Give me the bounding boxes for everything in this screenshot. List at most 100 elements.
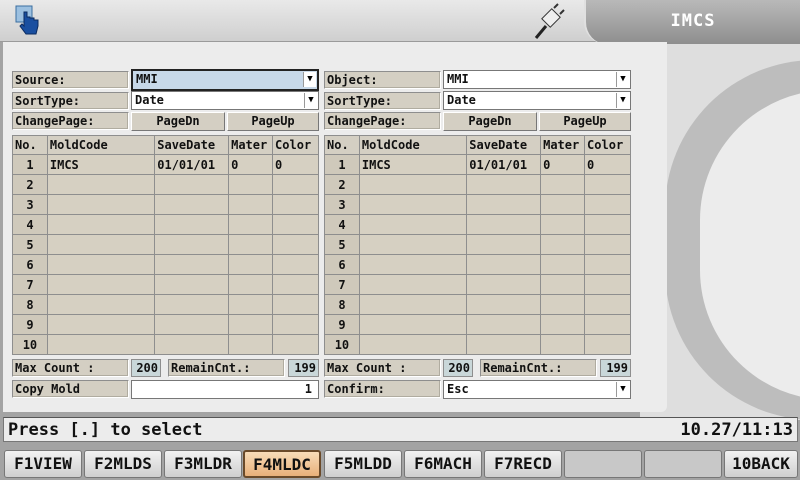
- source-label: Source:: [12, 71, 129, 89]
- table-cell: [228, 174, 274, 195]
- f7-recd-button[interactable]: F7RECD: [484, 450, 562, 478]
- table-row[interactable]: 9: [12, 314, 319, 335]
- sorttype-select[interactable]: Date ▼: [131, 91, 319, 110]
- table-cell: 1: [12, 154, 48, 175]
- sorttype-value: Date: [135, 93, 164, 107]
- table-cell: [466, 254, 542, 275]
- table-row[interactable]: 10: [12, 334, 319, 355]
- table-cell: [272, 314, 319, 335]
- table-cell: 3: [12, 194, 48, 215]
- column-header: Color: [272, 135, 319, 155]
- table-row[interactable]: 1 IMCS 01/01/01 0 0: [12, 154, 319, 175]
- column-header: SaveDate: [466, 135, 542, 155]
- table-cell: 6: [12, 254, 48, 275]
- header-bar: IMCS: [0, 0, 800, 44]
- f2-mlds-button[interactable]: F2MLDS: [84, 450, 162, 478]
- table-row[interactable]: 4: [12, 214, 319, 235]
- table-cell: [584, 194, 631, 215]
- table-cell: 9: [324, 314, 360, 335]
- table-row[interactable]: 7: [324, 274, 631, 295]
- table-cell: [228, 274, 274, 295]
- copy-mold-input[interactable]: 1: [131, 380, 319, 399]
- f9-empty-button[interactable]: [644, 450, 722, 478]
- source-table: No. MoldCode SaveDate Mater Color 1 IMCS 01/01/…: [12, 135, 319, 355]
- table-cell: 7: [12, 274, 48, 295]
- table-row[interactable]: 6: [12, 254, 319, 275]
- table-cell: [228, 314, 274, 335]
- table-cell: [466, 294, 542, 315]
- object-max-count-value: 200: [443, 359, 473, 377]
- f8-empty-button[interactable]: [564, 450, 642, 478]
- table-row[interactable]: 5: [324, 234, 631, 255]
- table-cell: [466, 274, 542, 295]
- table-row[interactable]: 7: [12, 274, 319, 295]
- object-remain-count-value: 199: [600, 359, 631, 377]
- hand-pointer-icon[interactable]: [14, 4, 44, 36]
- table-row[interactable]: 2: [12, 174, 319, 195]
- table-row[interactable]: 2: [324, 174, 631, 195]
- object-sorttype-select[interactable]: Date ▼: [443, 91, 631, 110]
- table-cell: [228, 194, 274, 215]
- table-cell: [154, 214, 230, 235]
- table-cell: 2: [12, 174, 48, 195]
- pagedn-button[interactable]: PageDn: [131, 112, 225, 131]
- table-cell: 3: [324, 194, 360, 215]
- object-pageup-button[interactable]: PageUp: [539, 112, 631, 131]
- object-select[interactable]: MMI ▼: [443, 70, 631, 89]
- column-header: Color: [584, 135, 631, 155]
- f1-view-button[interactable]: F1VIEW: [4, 450, 82, 478]
- chevron-down-icon[interactable]: ▼: [616, 72, 629, 87]
- object-sorttype-value: Date: [447, 93, 476, 107]
- f4-mldc-button[interactable]: F4MLDC: [243, 450, 321, 478]
- table-row[interactable]: 1 IMCS 01/01/01 0 0: [324, 154, 631, 175]
- chevron-down-icon[interactable]: ▼: [616, 382, 629, 397]
- table-row[interactable]: 5: [12, 234, 319, 255]
- object-pagedn-button[interactable]: PageDn: [443, 112, 537, 131]
- source-select[interactable]: MMI ▼: [131, 69, 319, 91]
- table-cell: [358, 194, 468, 215]
- table-cell: IMCS: [46, 154, 156, 175]
- column-header: Mater: [540, 135, 586, 155]
- table-cell: 10: [324, 334, 360, 355]
- max-count-value: 200: [131, 359, 161, 377]
- table-row[interactable]: 6: [324, 254, 631, 275]
- table-cell: [46, 234, 156, 255]
- table-header: No. MoldCode SaveDate Mater Color: [12, 135, 319, 155]
- table-cell: [540, 314, 586, 335]
- table-cell: [228, 214, 274, 235]
- source-value: MMI: [136, 72, 158, 86]
- table-cell: [272, 234, 319, 255]
- table-cell: [358, 274, 468, 295]
- pageup-button[interactable]: PageUp: [227, 112, 319, 131]
- changepage-label: ChangePage:: [12, 112, 129, 130]
- table-cell: [358, 294, 468, 315]
- f6-mach-button[interactable]: F6MACH: [404, 450, 482, 478]
- f10-back-button[interactable]: 10BACK: [724, 450, 798, 478]
- f5-mldd-button[interactable]: F5MLDD: [324, 450, 402, 478]
- table-row[interactable]: 8: [324, 294, 631, 315]
- f3-mldr-button[interactable]: F3MLDR: [164, 450, 242, 478]
- table-row[interactable]: 10: [324, 334, 631, 355]
- table-cell: [584, 314, 631, 335]
- table-cell: [154, 334, 230, 355]
- table-row[interactable]: 8: [12, 294, 319, 315]
- table-row[interactable]: 3: [324, 194, 631, 215]
- table-cell: [584, 214, 631, 235]
- table-row[interactable]: 3: [12, 194, 319, 215]
- chevron-down-icon[interactable]: ▼: [303, 72, 316, 87]
- chevron-down-icon[interactable]: ▼: [616, 93, 629, 108]
- object-value: MMI: [447, 72, 469, 86]
- table-cell: [540, 234, 586, 255]
- table-cell: [154, 194, 230, 215]
- table-cell: [540, 254, 586, 275]
- table-cell: [154, 294, 230, 315]
- confirm-value: Esc: [447, 382, 469, 396]
- table-cell: [466, 174, 542, 195]
- column-header: MoldCode: [358, 135, 468, 155]
- table-row[interactable]: 9: [324, 314, 631, 335]
- confirm-select[interactable]: Esc ▼: [443, 380, 631, 399]
- table-cell: [584, 294, 631, 315]
- table-cell: 1: [324, 154, 360, 175]
- table-row[interactable]: 4: [324, 214, 631, 235]
- chevron-down-icon[interactable]: ▼: [304, 93, 317, 108]
